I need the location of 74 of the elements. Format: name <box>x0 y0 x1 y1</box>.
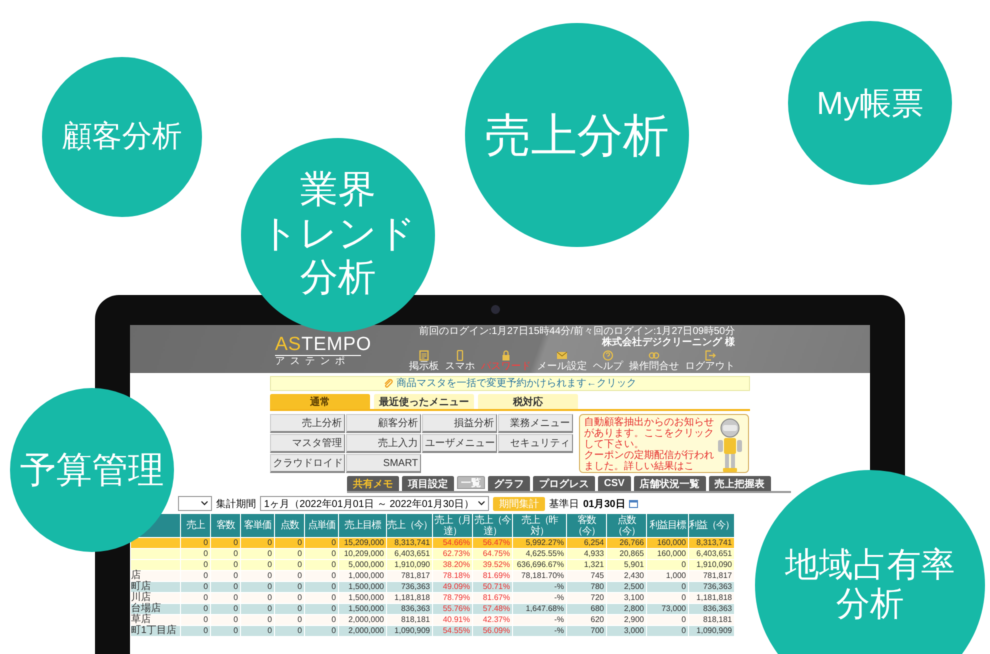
column-header: 売上（今達） <box>472 514 512 538</box>
column-header: 点数（今） <box>606 514 646 538</box>
notice-text[interactable]: 自動顧客抽出からのお知らせがあります。ここをクリックして下さい。 <box>584 417 714 450</box>
login-info: 前回のログイン:1月27日15時44分/前々回のログイン:1月27日09時50分 <box>418 326 735 337</box>
notice-link[interactable]: 商品マスタを一括で変更予約かけられます←クリック <box>270 376 750 391</box>
company-name: 株式会社デジクリーニング 様 <box>602 337 735 349</box>
nav-link[interactable]: スマホ <box>445 350 475 372</box>
menu-button[interactable]: 売上分析 <box>270 414 345 433</box>
table-cell: 店 <box>130 570 180 582</box>
table-cell: 町店 <box>130 582 180 592</box>
menu-button[interactable]: マスタ管理 <box>270 434 345 453</box>
nav-link[interactable]: ヘルプ <box>593 350 623 372</box>
feature-bubble: 売上分析 <box>465 23 689 247</box>
column-header: 点数 <box>274 514 304 538</box>
robot-drawing <box>716 417 744 473</box>
table-cell <box>130 560 180 570</box>
menu-tab[interactable]: 税対応 <box>478 394 578 409</box>
column-header: 点単価 <box>304 514 338 538</box>
column-header: 売上（月達） <box>432 514 472 538</box>
period-select[interactable]: 1ヶ月（2022年01月01日 ～ 2022年01月30日） <box>260 496 490 511</box>
view-button[interactable]: CSV <box>598 476 631 491</box>
column-header: 客単価 <box>240 514 274 538</box>
nav-link[interactable]: 掲示板 <box>409 350 439 372</box>
logout-icon <box>704 350 716 361</box>
menu-tab[interactable]: 通常 <box>270 394 370 409</box>
column-header: 売上目標 <box>338 514 386 538</box>
camera-dot <box>491 305 500 314</box>
caret-icon <box>478 501 486 506</box>
menu-button[interactable]: 顧客分析 <box>346 414 421 433</box>
column-header: 客数（今） <box>566 514 606 538</box>
view-button[interactable]: プログレス <box>533 476 595 491</box>
paperclip-icon <box>384 379 392 388</box>
column-header: 売上（今） <box>386 514 432 538</box>
caret-icon <box>201 501 208 506</box>
table-cell: 草店 <box>130 614 180 626</box>
menu-button[interactable]: セキュリティ <box>498 434 573 453</box>
view-button[interactable]: 売上把握表 <box>708 476 771 491</box>
clipboard-icon <box>418 350 430 361</box>
store-select[interactable] <box>178 496 212 511</box>
view-button[interactable]: 共有メモ <box>347 476 399 491</box>
menu-tab[interactable]: 最近使ったメニュー <box>374 394 474 409</box>
notice-text[interactable]: クーポンの定期配信が行われました。詳しい結果はこ <box>584 450 714 472</box>
menu-button[interactable]: ユーザメニュー <box>422 434 497 453</box>
table-cell <box>130 548 180 560</box>
menu-button[interactable]: 売上入力 <box>346 434 421 453</box>
lock-icon <box>500 350 512 361</box>
column-header: 利益目標 <box>646 514 688 538</box>
menu-button[interactable]: 損益分析 <box>422 414 497 433</box>
view-button[interactable]: 項目設定 <box>402 476 454 491</box>
column-header: 売上（昨対） <box>512 514 566 538</box>
column-header: 利益（今） <box>688 514 734 538</box>
period-label: 集計期間 <box>216 498 256 510</box>
column-header: 客数 <box>210 514 240 538</box>
feature-bubble: 顧客分析 <box>42 57 202 217</box>
nav-link[interactable]: 操作問合せ <box>629 350 679 372</box>
feature-bubble: My帳票 <box>788 21 952 185</box>
base-date-label: 基準日 <box>549 498 580 510</box>
nav-link[interactable]: ログアウト <box>685 350 735 372</box>
table-cell: 川店 <box>130 592 180 604</box>
base-date: 01月30日 <box>583 498 626 510</box>
feature-bubble: 予算管理 <box>10 388 174 552</box>
menu-button[interactable]: SMART <box>346 454 421 473</box>
table-cell: 台場店 <box>130 604 180 614</box>
view-button[interactable]: 店舗状況一覧 <box>634 476 706 491</box>
calendar-icon[interactable] <box>629 499 638 508</box>
column-header: 売上 <box>180 514 210 538</box>
menu-button[interactable]: クラウドロイド <box>270 454 345 473</box>
envelope-icon <box>556 350 568 361</box>
help-icon <box>602 350 614 361</box>
menu-button[interactable]: 業務メニュー <box>498 414 573 433</box>
table-cell: 町1丁目店 <box>130 626 180 636</box>
phone-icon <box>454 350 466 361</box>
loop-icon <box>648 350 660 361</box>
view-button[interactable]: グラフ <box>488 476 530 491</box>
